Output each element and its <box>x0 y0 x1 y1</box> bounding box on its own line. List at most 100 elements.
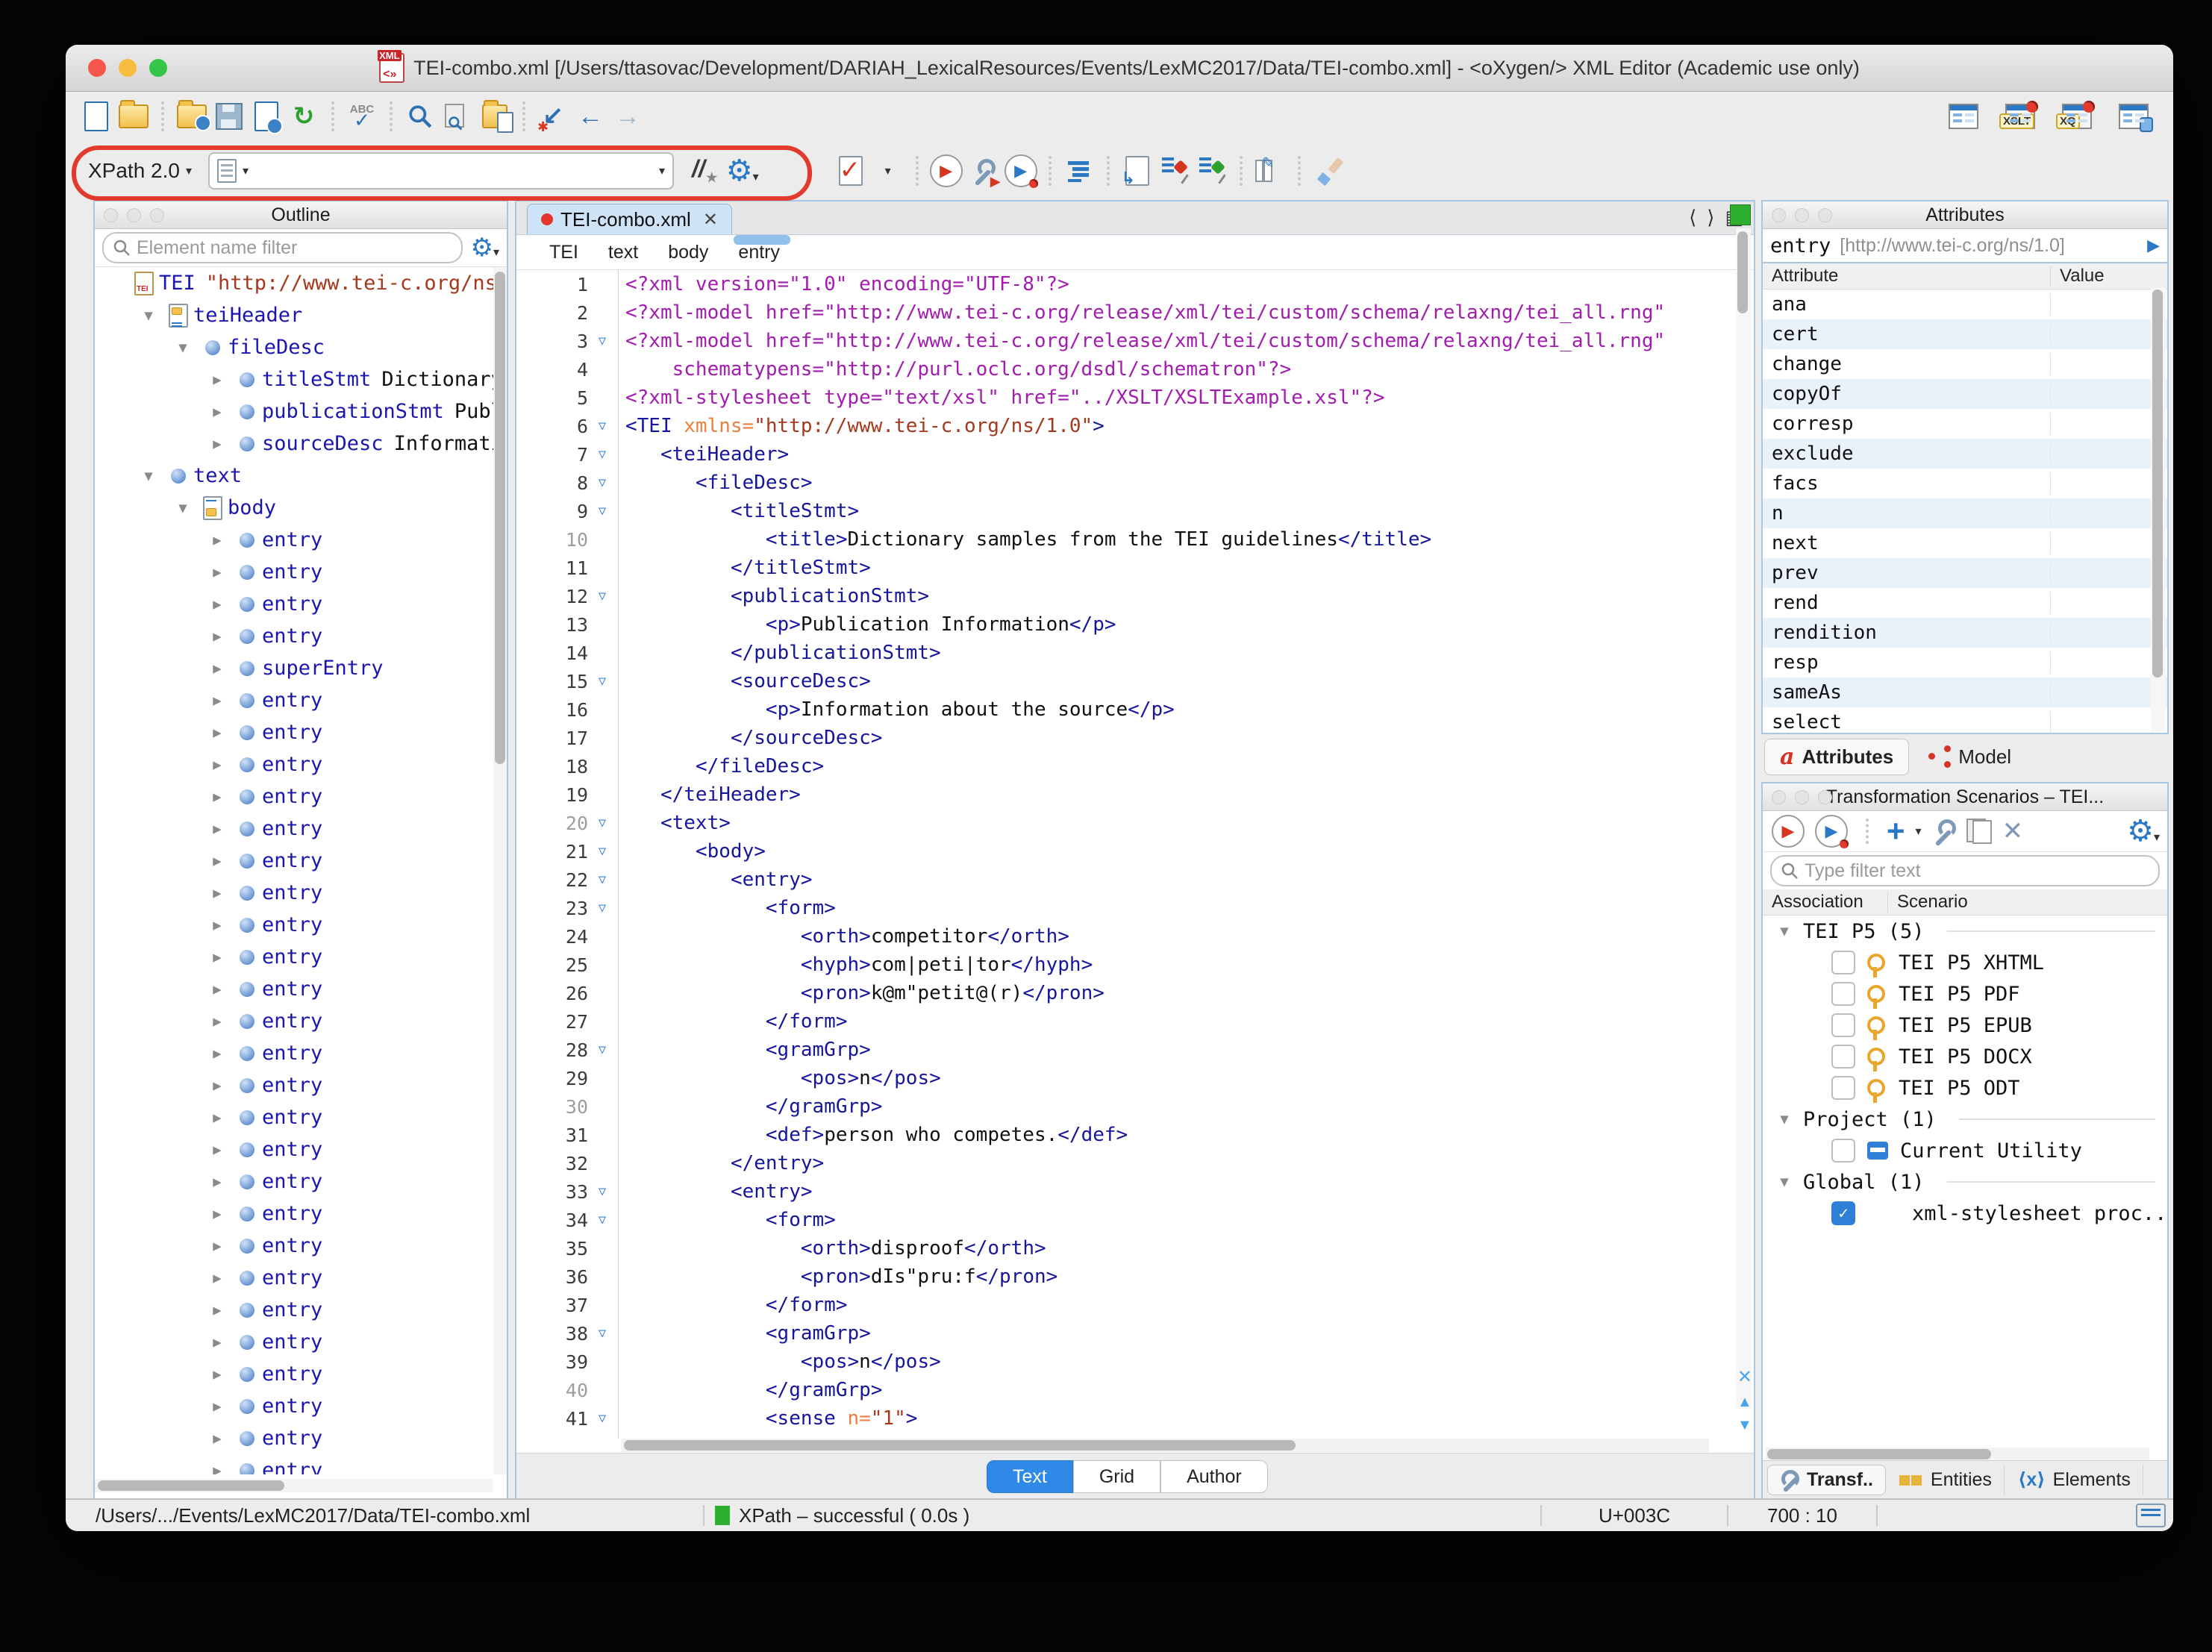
expand-arrow-icon[interactable]: ▶ <box>202 436 232 452</box>
expand-arrow-icon[interactable]: ▶ <box>202 949 232 966</box>
attribute-row[interactable]: corresp <box>1763 409 2167 439</box>
fold-toggle-icon[interactable]: ▽ <box>588 589 616 604</box>
expand-arrow-icon[interactable]: ▶ <box>202 1142 232 1158</box>
breadcrumb-item-entry[interactable]: entry <box>738 242 780 263</box>
outline-item-entry[interactable]: ▶entry <box>95 973 493 1005</box>
scenario-checkbox[interactable] <box>1831 982 1855 1006</box>
code-line[interactable]: 38▽<gramGrp> <box>516 1319 1754 1348</box>
fold-toggle-icon[interactable]: ▽ <box>588 1326 616 1341</box>
outline-vertical-scrollbar[interactable] <box>493 267 507 1474</box>
next-editor-icon[interactable]: ⟩ <box>1707 206 1714 229</box>
expand-arrow-icon[interactable]: ▶ <box>202 404 232 420</box>
outline-horizontal-scrollbar[interactable] <box>95 1479 493 1492</box>
fold-toggle-icon[interactable]: ▽ <box>588 1411 616 1426</box>
code-line[interactable]: 18</fileDesc> <box>516 752 1754 780</box>
grid-layout-icon[interactable] <box>1946 98 1981 135</box>
outline-item-TEI[interactable]: TEITEI"http://www.tei-c.org/ns/1. <box>95 267 493 299</box>
outline-item-entry[interactable]: ▶entry <box>95 780 493 813</box>
expand-arrow-icon[interactable]: ▶ <box>202 1366 232 1383</box>
expand-arrow-icon[interactable]: ▶ <box>202 1302 232 1318</box>
code-line[interactable]: 35<orth>disproof</orth> <box>516 1234 1754 1263</box>
outline-item-entry[interactable]: ▶entry <box>95 845 493 877</box>
code-line[interactable]: 4 schematypens="http://purl.oclc.org/dsd… <box>516 355 1754 384</box>
prev-editor-icon[interactable]: ⟨ <box>1689 206 1696 229</box>
element-filter-input[interactable]: Element name filter <box>102 232 463 263</box>
outline-item-entry[interactable]: ▶entry <box>95 1230 493 1262</box>
attribute-row[interactable]: copyOf <box>1763 379 2167 409</box>
collapse-arrow-icon[interactable]: ▼ <box>1773 1111 1796 1127</box>
expand-arrow-icon[interactable]: ▶ <box>202 564 232 581</box>
code-line[interactable]: 7▽<teiHeader> <box>516 440 1754 469</box>
scenario-checkbox[interactable] <box>1831 1045 1855 1069</box>
code-line[interactable]: 10<title>Dictionary samples from the TEI… <box>516 525 1754 554</box>
attribute-row[interactable]: ana <box>1763 290 2167 319</box>
tab-model[interactable]: Model <box>1913 741 2026 773</box>
prev-message-icon[interactable]: ▲ <box>1737 1394 1752 1411</box>
save-icon[interactable] <box>212 98 246 135</box>
forward-icon[interactable]: → <box>610 98 645 135</box>
code-line[interactable]: 14</publicationStmt> <box>516 639 1754 667</box>
collapse-arrow-icon[interactable]: ▼ <box>1773 923 1796 939</box>
minimize-window-button[interactable] <box>119 59 137 77</box>
expand-arrow-icon[interactable]: ▶ <box>202 692 232 709</box>
configure-transform-icon[interactable]: ▶ <box>966 152 1001 190</box>
fold-toggle-icon[interactable]: ▽ <box>588 1184 616 1199</box>
tab-attributes[interactable]: a Attributes <box>1764 739 1909 775</box>
outline-item-teiHeader[interactable]: ▼teiHeader <box>95 299 493 331</box>
outline-item-entry[interactable]: ▶entry <box>95 941 493 973</box>
expand-arrow-icon[interactable]: ▶ <box>202 1430 232 1447</box>
collapse-arrow-icon[interactable]: ▼ <box>134 307 163 324</box>
expand-arrow-icon[interactable]: ▶ <box>202 885 232 901</box>
xq-debug-icon[interactable]: XQ <box>2060 98 2094 135</box>
outline-item-entry[interactable]: ▶entry <box>95 1326 493 1358</box>
next-message-icon[interactable]: ▼ <box>1737 1417 1752 1434</box>
code-line[interactable]: 2<?xml-model href="http://www.tei-c.org/… <box>516 298 1754 327</box>
outline-item-entry[interactable]: ▶entry <box>95 684 493 716</box>
bottom-tab-transf[interactable]: Transf.. <box>1767 1465 1886 1495</box>
code-line[interactable]: 20▽<text> <box>516 809 1754 837</box>
outline-item-entry[interactable]: ▶entry <box>95 1294 493 1326</box>
code-line[interactable]: 33▽<entry> <box>516 1177 1754 1206</box>
expand-arrow-icon[interactable]: ▶ <box>202 596 232 613</box>
col-value[interactable]: Value <box>2051 266 2105 287</box>
breadcrumb-item-body[interactable]: body <box>668 242 708 263</box>
editor-horizontal-scrollbar[interactable] <box>621 1439 1709 1452</box>
format-brush-icon[interactable] <box>1311 152 1346 190</box>
close-window-button[interactable] <box>88 59 106 77</box>
expand-arrow-icon[interactable]: ▶ <box>202 1238 232 1254</box>
outline-item-entry[interactable]: ▶entry <box>95 620 493 652</box>
scenario-item[interactable]: TEI P5 XHTML <box>1763 947 2167 978</box>
open-icon[interactable] <box>116 98 151 135</box>
debug-transform-icon[interactable]: ▶ <box>1004 152 1038 190</box>
code-line[interactable]: 23▽<form> <box>516 894 1754 922</box>
outline-item-entry[interactable]: ▶entry <box>95 1166 493 1198</box>
outline-item-entry[interactable]: ▶entry <box>95 748 493 780</box>
new-icon[interactable] <box>79 98 113 135</box>
find-replace-icon[interactable] <box>440 98 475 135</box>
expand-arrow-icon[interactable]: ▶ <box>202 1013 232 1030</box>
expand-arrow-icon[interactable]: ▶ <box>202 1270 232 1286</box>
chevron-down-icon[interactable]: ▾ <box>659 163 665 178</box>
expand-arrow-icon[interactable]: ▶ <box>202 1077 232 1094</box>
code-line[interactable]: 34▽<form> <box>516 1206 1754 1234</box>
xpath-version-dropdown[interactable]: XPath 2.0 ▾ <box>88 159 192 183</box>
collapse-arrow-icon[interactable]: ▼ <box>168 340 198 356</box>
col-attribute[interactable]: Attribute <box>1763 266 2051 287</box>
scenario-checkbox[interactable] <box>1831 1139 1855 1163</box>
code-line[interactable]: 31<def>person who competes.</def> <box>516 1121 1754 1149</box>
code-line[interactable]: 28▽<gramGrp> <box>516 1036 1754 1064</box>
code-line[interactable]: 24<orth>competitor</orth> <box>516 922 1754 951</box>
code-line[interactable]: 36<pron>dIs"pru:f</pron> <box>516 1263 1754 1291</box>
expand-arrow-icon[interactable]: ▶ <box>202 917 232 933</box>
outline-item-body[interactable]: ▼body <box>95 492 493 524</box>
code-line[interactable]: 1<?xml version="1.0" encoding="UTF-8"?> <box>516 270 1754 298</box>
debug-scenario-icon[interactable]: ▶ <box>1815 815 1848 848</box>
fold-toggle-icon[interactable]: ▽ <box>588 901 616 916</box>
view-grid-button[interactable]: Grid <box>1073 1460 1160 1493</box>
outline-item-text[interactable]: ▼text <box>95 460 493 492</box>
attribute-row[interactable]: change <box>1763 349 2167 379</box>
last-edit-icon[interactable]: ↙✱ <box>536 98 570 135</box>
expand-arrow-icon[interactable]: ▶ <box>202 725 232 741</box>
open-url-icon[interactable] <box>175 98 209 135</box>
col-association[interactable]: Association <box>1763 892 1888 913</box>
